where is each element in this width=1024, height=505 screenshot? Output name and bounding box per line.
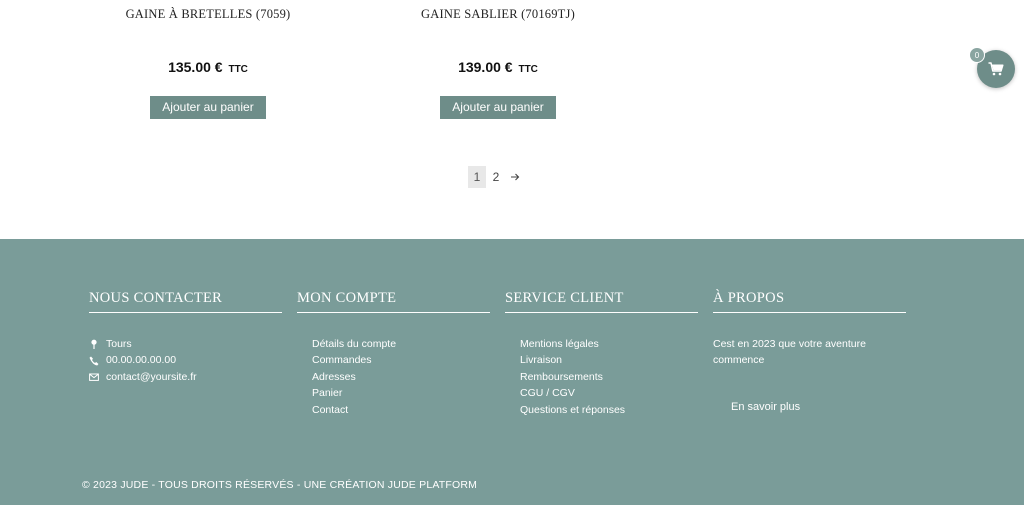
phone-icon xyxy=(89,356,99,366)
footer-account-title: MON COMPTE xyxy=(297,290,490,313)
copyright-text: © 2023 JUDE - TOUS DROITS RÉSERVÉS - UNE… xyxy=(82,479,478,491)
footer-service-column: SERVICE CLIENT Mentions légales Livraiso… xyxy=(505,290,698,418)
footer-link-terms[interactable]: CGU / CGV xyxy=(505,385,698,401)
arrow-right-icon xyxy=(511,173,520,181)
cart-count-badge: 0 xyxy=(969,47,985,63)
contact-list: Tours 00.00.00.00.00 contact@yoursite.fr xyxy=(89,336,282,385)
page-2-link[interactable]: 2 xyxy=(487,166,505,188)
footer-link-delivery[interactable]: Livraison xyxy=(505,352,698,368)
footer-contact-column: NOUS CONTACTER Tours 00.00.00.00.00 cont… xyxy=(89,290,282,385)
learn-more-link[interactable]: En savoir plus xyxy=(731,401,800,413)
contact-phone[interactable]: 00.00.00.00.00 xyxy=(89,352,282,368)
add-to-cart-button[interactable]: Ajouter au panier xyxy=(440,96,556,119)
contact-address: Tours xyxy=(89,336,282,352)
footer-link-refunds[interactable]: Remboursements xyxy=(505,369,698,385)
location-pin-icon xyxy=(91,339,97,350)
product-price: 139.00 € TTC xyxy=(373,59,623,75)
account-links: Détails du compte Commandes Adresses Pan… xyxy=(297,336,490,418)
footer-service-title: SERVICE CLIENT xyxy=(505,290,698,313)
price-value: 139.00 € xyxy=(458,59,513,75)
add-to-cart-button[interactable]: Ajouter au panier xyxy=(150,96,266,119)
footer: NOUS CONTACTER Tours 00.00.00.00.00 cont… xyxy=(0,239,1024,505)
footer-link-contact[interactable]: Contact xyxy=(297,402,490,418)
price-suffix: TTC xyxy=(228,64,248,75)
page-1-link[interactable]: 1 xyxy=(468,166,486,188)
contact-address-text: Tours xyxy=(106,338,132,350)
footer-link-cart[interactable]: Panier xyxy=(297,385,490,401)
product-title[interactable]: GAINE À BRETELLES (7059) xyxy=(83,7,333,22)
footer-link-faq[interactable]: Questions et réponses xyxy=(505,402,698,418)
footer-about-title: À PROPOS xyxy=(713,290,906,313)
footer-link-orders[interactable]: Commandes xyxy=(297,352,490,368)
contact-phone-text: 00.00.00.00.00 xyxy=(106,354,177,367)
contact-email[interactable]: contact@yoursite.fr xyxy=(89,369,282,385)
next-page-button[interactable] xyxy=(506,166,524,188)
footer-about-column: À PROPOS Cest en 2023 que votre aventure… xyxy=(713,290,906,415)
cart-icon xyxy=(988,62,1004,76)
footer-link-account-details[interactable]: Détails du compte xyxy=(297,336,490,352)
footer-contact-title: NOUS CONTACTER xyxy=(89,290,282,313)
footer-link-legal[interactable]: Mentions légales xyxy=(505,336,698,352)
price-suffix: TTC xyxy=(518,64,538,75)
footer-link-addresses[interactable]: Adresses xyxy=(297,369,490,385)
price-value: 135.00 € xyxy=(168,59,223,75)
product-price: 135.00 € TTC xyxy=(83,59,333,75)
contact-email-text: contact@yoursite.fr xyxy=(106,370,197,383)
service-links: Mentions légales Livraison Remboursement… xyxy=(505,336,698,418)
envelope-icon xyxy=(89,373,99,381)
product-title[interactable]: GAINE SABLIER (70169TJ) xyxy=(373,7,623,22)
footer-account-column: MON COMPTE Détails du compte Commandes A… xyxy=(297,290,490,418)
pagination: 1 2 xyxy=(468,166,524,188)
about-text: Cest en 2023 que votre aventure commence xyxy=(713,338,866,366)
